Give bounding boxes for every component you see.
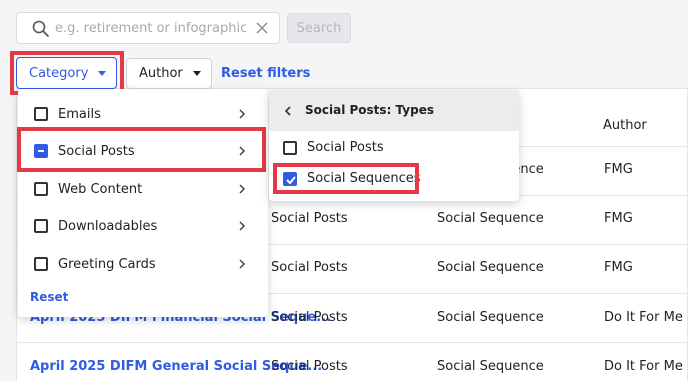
search-input[interactable] <box>55 13 251 43</box>
table-cell-subtype: Social Sequence <box>437 260 544 275</box>
table-cell-type: Social Posts <box>271 310 348 325</box>
checkbox[interactable] <box>34 182 48 196</box>
category-item-web-content[interactable]: Web Content <box>18 170 268 208</box>
checkbox[interactable] <box>283 141 297 155</box>
social-sequences-highlight-box <box>273 163 419 194</box>
category-item-label: Emails <box>58 106 101 122</box>
social-posts-highlight-box <box>17 127 266 172</box>
subtype-item-label: Social Posts <box>307 140 384 155</box>
column-header-author[interactable]: Author <box>603 118 647 133</box>
table-cell-type: Social Posts <box>271 260 348 275</box>
category-item-label: Web Content <box>58 181 143 197</box>
search-icon <box>32 20 49 37</box>
table-cell-author: FMG <box>604 260 633 275</box>
table-cell-subtype: Social Sequence <box>437 211 544 226</box>
table-cell-subtype: Social Sequence <box>437 310 544 325</box>
row-divider <box>16 342 688 343</box>
checkbox[interactable] <box>34 257 48 271</box>
category-reset-link[interactable]: Reset <box>30 290 68 304</box>
chevron-right-icon <box>239 109 246 119</box>
table-cell-type: Social Posts <box>271 359 348 374</box>
checkbox[interactable] <box>34 107 48 121</box>
category-item-label: Greeting Cards <box>58 256 156 272</box>
reset-filters-link[interactable]: Reset filters <box>221 66 310 81</box>
submenu-title: Social Posts: Types <box>305 103 434 117</box>
table-cell-subtype: Social Sequence <box>437 359 544 374</box>
table-cell-author: Do It For Me <box>604 310 683 325</box>
table-cell-author: FMG <box>604 211 633 226</box>
table-cell-author: Do It For Me <box>604 359 683 374</box>
author-filter-label: Author <box>139 66 183 81</box>
chevron-left-icon[interactable] <box>283 105 293 117</box>
chevron-right-icon <box>239 184 246 194</box>
author-filter-button[interactable]: Author <box>126 58 212 89</box>
category-item-downloadables[interactable]: Downloadables <box>18 207 268 245</box>
submenu-header[interactable]: Social Posts: Types <box>269 90 519 131</box>
category-item-label: Downloadables <box>58 218 158 234</box>
chevron-right-icon <box>239 259 246 269</box>
category-item-greeting-cards[interactable]: Greeting Cards <box>18 245 268 283</box>
table-cell-author: FMG <box>604 162 633 177</box>
category-dropdown-menu: Emails Social Posts Web Content Download… <box>18 89 268 317</box>
clear-icon[interactable] <box>255 21 269 35</box>
search-box <box>16 12 280 44</box>
checkbox[interactable] <box>34 219 48 233</box>
subtype-item-social-posts[interactable]: Social Posts <box>269 133 519 163</box>
table-cell-type: Social Posts <box>271 211 348 226</box>
chevron-right-icon <box>239 221 246 231</box>
search-button[interactable]: Search <box>287 13 351 43</box>
caret-down-icon <box>192 71 201 76</box>
